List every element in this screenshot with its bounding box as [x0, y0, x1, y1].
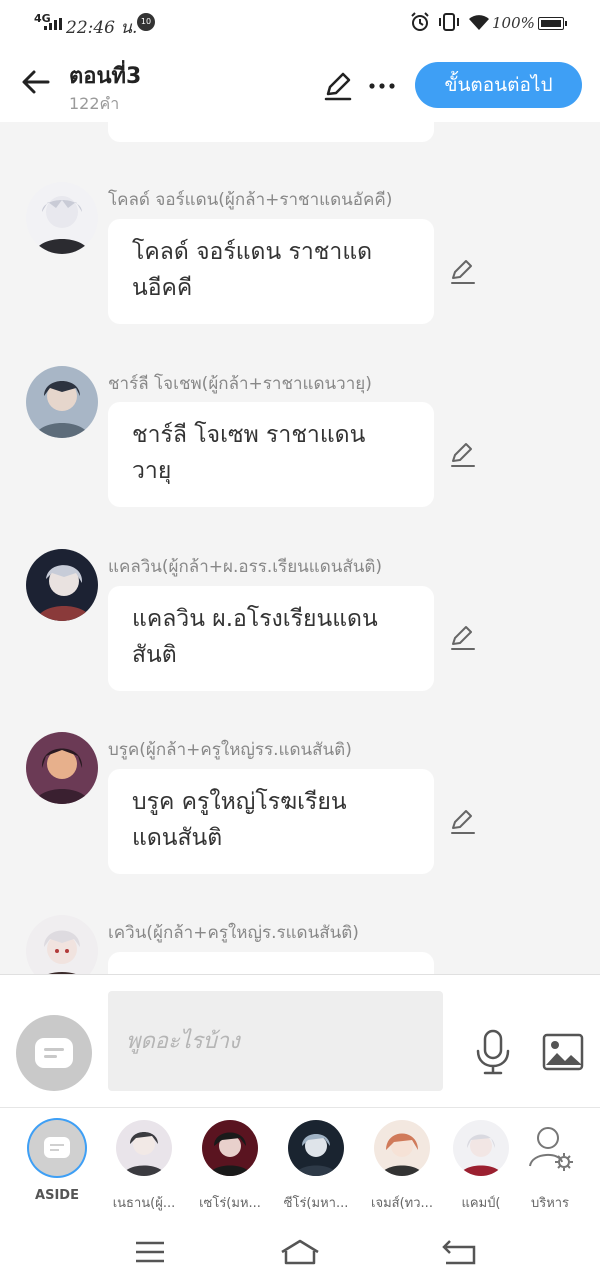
- message-line: วายุ: [132, 458, 172, 484]
- character-name: ชาร์ลี โจเชพ(ผู้กล้า+ราชาแดนวายุ): [108, 374, 372, 394]
- pencil-icon[interactable]: [322, 70, 354, 102]
- edit-message-icon[interactable]: [449, 808, 477, 836]
- character-name: แคลวิน(ผู้กล้า+ผ.อรร.เรียนแดนสันติ): [108, 557, 383, 577]
- more-dots-icon[interactable]: [367, 70, 397, 102]
- back-icon[interactable]: [438, 1237, 478, 1267]
- character-chip-label: แคมป์(: [461, 1196, 501, 1211]
- top-app-bar: ตอนที่3 122คำ ขั้นตอนต่อไป: [0, 48, 600, 122]
- aside-icon: [35, 1038, 73, 1068]
- avatar[interactable]: [26, 366, 98, 438]
- next-step-button[interactable]: ขั้นตอนต่อไป: [415, 62, 582, 108]
- aside-toggle-button[interactable]: [16, 1015, 92, 1091]
- character-chip[interactable]: แคมป์(: [441, 1120, 521, 1213]
- character-selector: ASIDE เนธาน(ผู้... เซโร่(มห... ซีโร่(มหา…: [0, 1107, 600, 1217]
- edit-message-icon[interactable]: [449, 258, 477, 286]
- message-bubble[interactable]: [108, 952, 434, 974]
- battery-percent: 100%: [492, 14, 535, 32]
- manage-characters-icon: [529, 1127, 573, 1171]
- character-name: โคลด์ จอร์แดน(ผู้กล้า+ราชาแดนอัคคี): [108, 190, 393, 210]
- message-line: แคลวิน ผ.อโรงเรียนแดน: [132, 606, 378, 632]
- character-chip[interactable]: เนธาน(ผู้...: [104, 1120, 184, 1213]
- character-chip-label: ASIDE: [35, 1188, 79, 1203]
- notification-badge: 10: [137, 13, 155, 31]
- back-arrow-icon[interactable]: [18, 64, 54, 100]
- message-bubble[interactable]: ชาร์ลี โจเซพ ราชาแดน วายุ: [108, 402, 434, 507]
- message-input[interactable]: [108, 991, 443, 1091]
- character-chip-label: บริหาร: [530, 1196, 570, 1211]
- avatar: [202, 1120, 258, 1176]
- character-name: เควิน(ผู้กล้า+ครูใหญ่ร.รแดนสันติ): [108, 923, 359, 943]
- avatar: [374, 1120, 430, 1176]
- message-bubble-partial[interactable]: [108, 122, 434, 142]
- character-chip[interactable]: เซโร่(มห...: [190, 1120, 270, 1213]
- avatar: [453, 1120, 509, 1176]
- character-chip-label: เซโร่(มห...: [199, 1196, 261, 1211]
- character-chip-label: เนธาน(ผู้...: [112, 1196, 176, 1211]
- page-title: ตอนที่3: [69, 64, 142, 89]
- message-bubble[interactable]: โคลด์ จอร์แดน ราชาแด นอีคคี: [108, 219, 434, 324]
- avatar[interactable]: [26, 732, 98, 804]
- avatar: [288, 1120, 344, 1176]
- alarm-icon: [411, 12, 429, 31]
- avatar[interactable]: [26, 915, 98, 974]
- avatar[interactable]: [26, 549, 98, 621]
- message-line: สันติ: [132, 642, 177, 668]
- home-icon[interactable]: [280, 1237, 320, 1267]
- character-chip-aside[interactable]: ASIDE: [17, 1120, 97, 1203]
- message-line: ชาร์ลี โจเซพ ราชาแดน: [132, 422, 366, 448]
- aside-icon: [29, 1120, 85, 1176]
- composer-bar: [0, 974, 600, 1107]
- vibrate-icon: [439, 13, 459, 31]
- chat-list[interactable]: โคลด์ จอร์แดน(ผู้กล้า+ราชาแดนอัคคี) โคลด…: [0, 122, 600, 974]
- clock: 22:46 น.: [66, 18, 138, 38]
- character-name: บรูค(ผู้กล้า+ครูใหญ่รร.แดนสันติ): [108, 740, 352, 760]
- message-line: นอีคคี: [132, 275, 193, 301]
- status-bar: 4G 22:46 น. 10 100%: [0, 0, 600, 48]
- character-chip[interactable]: ซีโร่(มหา...: [276, 1120, 356, 1213]
- manage-characters-button[interactable]: บริหาร: [510, 1120, 590, 1213]
- message-bubble[interactable]: แคลวิน ผ.อโรงเรียนแดน สันติ: [108, 586, 434, 691]
- menu-icon[interactable]: [130, 1237, 170, 1267]
- character-chip-label: ซีโร่(มหา...: [283, 1196, 349, 1211]
- word-count: 122คำ: [69, 94, 120, 113]
- message-bubble[interactable]: บรูค ครูใหญ่โรฆเรียน แดนสันติ: [108, 769, 434, 874]
- avatar[interactable]: [26, 182, 98, 254]
- edit-message-icon[interactable]: [449, 441, 477, 469]
- wifi-icon: [469, 15, 489, 30]
- image-icon[interactable]: [542, 1033, 584, 1071]
- system-nav-bar: [0, 1217, 600, 1287]
- character-chip-label: เจมส์(ทว...: [371, 1196, 433, 1211]
- character-chip[interactable]: เจมส์(ทว...: [362, 1120, 442, 1213]
- microphone-icon[interactable]: [474, 1029, 512, 1075]
- message-line: บรูค ครูใหญ่โรฆเรียน: [132, 789, 347, 815]
- avatar: [116, 1120, 172, 1176]
- edit-message-icon[interactable]: [449, 624, 477, 652]
- message-line: โคลด์ จอร์แดน ราชาแด: [132, 239, 373, 265]
- signal-icon: [44, 18, 62, 30]
- battery-icon: [538, 17, 567, 30]
- message-line: แดนสันติ: [132, 825, 223, 851]
